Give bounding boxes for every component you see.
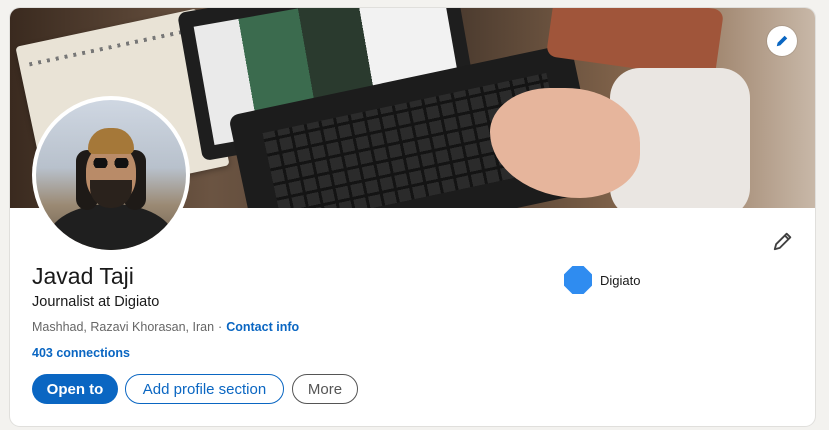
avatar-glasses-shape [90,158,132,168]
open-to-button[interactable]: Open to [32,374,118,404]
company-name: Digiato [600,272,641,288]
profile-headline: Journalist at Digiato [32,294,160,310]
avatar-body-shape [48,204,174,250]
avatar [36,100,186,250]
profile-photo[interactable] [32,96,190,254]
pencil-icon [773,232,792,251]
connections-link[interactable]: 403 connections [32,346,130,360]
contact-info-link[interactable]: Contact info [226,320,299,334]
profile-card: Javad Taji Journalist at Digiato Mashhad… [10,8,815,426]
current-company[interactable]: Digiato [564,266,640,294]
edit-intro-button[interactable] [768,226,798,256]
avatar-hat-shape [88,128,134,154]
separator: · [218,320,223,334]
profile-name: Javad Taji [32,263,134,289]
add-profile-section-button[interactable]: Add profile section [125,374,284,404]
edit-cover-button[interactable] [767,26,797,56]
pencil-icon [776,35,788,47]
profile-location: Mashhad, Razavi Khorasan, Iran [32,320,215,334]
more-button[interactable]: More [292,374,358,404]
location-line: Mashhad, Razavi Khorasan, Iran · Contact i… [32,320,299,334]
company-logo [564,266,592,294]
